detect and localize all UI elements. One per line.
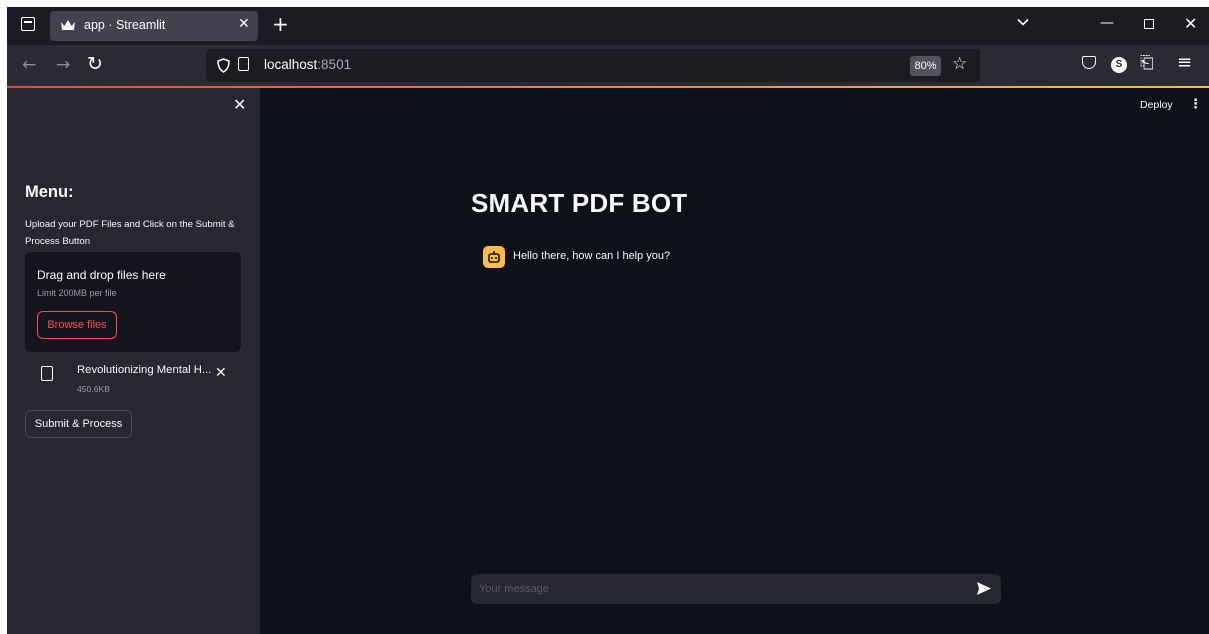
main-content: Deploy ⋮ SMART PDF BOT Hello there, how … xyxy=(260,88,1209,634)
window-close-icon[interactable]: ✕ xyxy=(1184,14,1197,33)
page-title: SMART PDF BOT xyxy=(471,188,688,218)
tab-title: app · Streamlit xyxy=(84,18,166,32)
file-dropzone[interactable]: Drag and drop files here Limit 200MB per… xyxy=(25,252,241,352)
uploaded-file-item: Revolutionizing Mental H... 450.6KB ✕ xyxy=(32,353,242,397)
reload-icon[interactable]: ↻ xyxy=(87,53,103,75)
file-size: 450.6KB xyxy=(77,384,110,394)
browse-files-button[interactable]: Browse files xyxy=(37,311,117,339)
dropzone-title: Drag and drop files here xyxy=(37,268,166,282)
main-menu-icon[interactable]: ⋮ xyxy=(1189,97,1202,112)
tab-close-icon[interactable]: ✕ xyxy=(238,16,250,32)
bot-icon xyxy=(488,251,500,263)
page-icon[interactable] xyxy=(238,57,249,71)
bookmark-star-icon[interactable]: ☆ xyxy=(952,54,967,74)
file-name: Revolutionizing Mental H... xyxy=(77,364,212,376)
deploy-button[interactable]: Deploy xyxy=(1140,99,1173,111)
hamburger-menu-icon[interactable]: ≡ xyxy=(1177,52,1192,73)
submit-process-button[interactable]: Submit & Process xyxy=(25,410,132,438)
new-tab-icon[interactable]: + xyxy=(272,12,289,36)
chat-message-text: Hello there, how can I help you? xyxy=(513,250,671,262)
upload-instructions: Upload your PDF Files and Click on the S… xyxy=(25,219,235,247)
assistant-avatar xyxy=(483,246,505,268)
address-bar[interactable]: localhost:8501 80% ☆ xyxy=(206,49,980,82)
restore-icon[interactable] xyxy=(1144,19,1154,29)
browser-tab[interactable]: app · Streamlit ✕ xyxy=(50,11,258,41)
navigation-bar: ← → ↻ localhost:8501 80% ☆ S ⎗ ≡ xyxy=(7,45,1209,87)
minimize-icon[interactable]: — xyxy=(1100,15,1114,31)
sidebar-close-icon[interactable]: ✕ xyxy=(233,95,246,114)
zoom-level-badge[interactable]: 80% xyxy=(910,56,941,76)
chevron-down-icon[interactable] xyxy=(1016,15,1030,29)
sidebar: ✕ Menu: Upload your PDF Files and Click … xyxy=(7,88,260,634)
tab-strip: app · Streamlit ✕ + — ✕ xyxy=(7,7,1209,45)
dropzone-limit: Limit 200MB per file xyxy=(37,288,117,298)
url-text[interactable]: localhost:8501 xyxy=(264,57,351,72)
chat-input[interactable] xyxy=(471,574,961,604)
send-icon[interactable] xyxy=(977,582,991,595)
extensions-icon[interactable]: ⎗ xyxy=(1140,53,1154,73)
remove-file-icon[interactable]: ✕ xyxy=(215,365,227,381)
back-arrow-icon[interactable]: ← xyxy=(22,55,36,75)
browser-window: app · Streamlit ✕ + — ✕ ← → ↻ localhost:… xyxy=(7,7,1209,634)
shield-icon[interactable] xyxy=(217,58,230,73)
chat-input-container xyxy=(471,574,1001,604)
file-icon xyxy=(41,366,53,381)
forward-arrow-icon[interactable]: → xyxy=(56,55,70,75)
sidebar-title: Menu: xyxy=(25,183,74,201)
tab-list-icon[interactable] xyxy=(21,17,35,31)
account-s-icon[interactable]: S xyxy=(1111,57,1127,73)
streamlit-crown-icon xyxy=(61,20,75,30)
pocket-icon[interactable] xyxy=(1082,56,1096,69)
